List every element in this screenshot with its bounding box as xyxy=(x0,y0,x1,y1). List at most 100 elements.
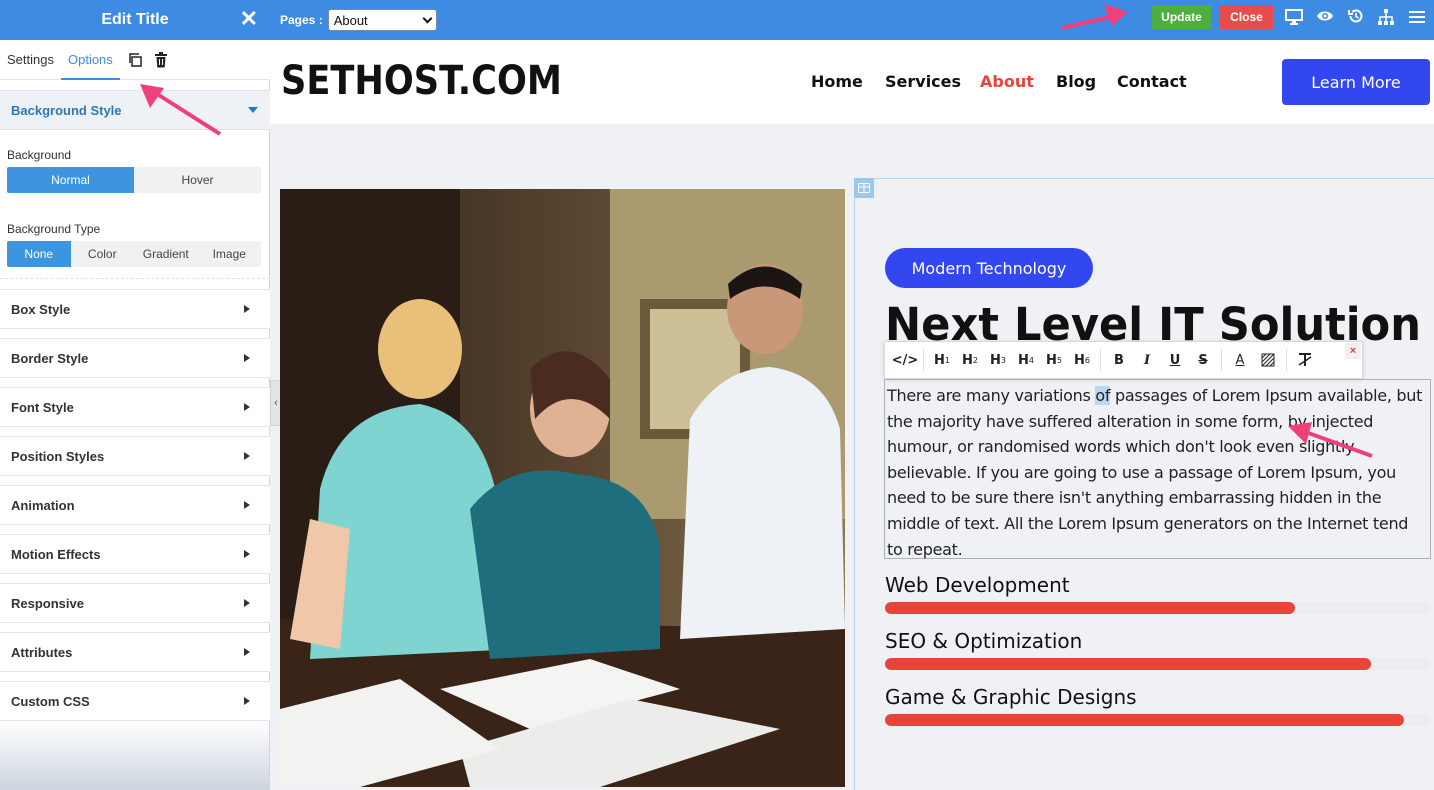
code-icon[interactable]: </> xyxy=(891,346,919,374)
divider xyxy=(923,349,924,371)
paragraph-text: There are many variations xyxy=(887,386,1096,405)
toolbar-close-icon[interactable]: × xyxy=(1345,343,1361,359)
panel-title: Edit Title xyxy=(101,11,169,28)
history-icon[interactable] xyxy=(1345,5,1367,27)
section-label: Border Style xyxy=(11,350,89,366)
section-label: Custom CSS xyxy=(11,693,90,709)
heading-2-button[interactable]: H2 xyxy=(956,346,984,374)
caret-down-icon xyxy=(248,107,258,113)
caret-right-icon xyxy=(244,354,250,362)
section-box-style[interactable]: Box Style xyxy=(0,289,270,329)
skill-track xyxy=(885,658,1431,670)
trash-icon[interactable] xyxy=(150,49,172,71)
section-label: Position Styles xyxy=(11,448,105,464)
divider xyxy=(0,278,270,279)
caret-right-icon xyxy=(244,452,250,460)
section-label: Responsive xyxy=(11,595,84,611)
panel-header: Edit Title ✕ xyxy=(0,0,270,40)
nav-about[interactable]: About xyxy=(980,72,1034,91)
caret-right-icon xyxy=(244,501,250,509)
eye-icon[interactable] xyxy=(1314,5,1336,27)
heading-4-button[interactable]: H4 xyxy=(1012,346,1040,374)
background-type-image[interactable]: Image xyxy=(198,241,262,267)
section-custom-css[interactable]: Custom CSS xyxy=(0,681,270,721)
nav-blog[interactable]: Blog xyxy=(1056,72,1096,91)
tab-settings[interactable]: Settings xyxy=(0,40,61,80)
background-type-label: Background Type xyxy=(7,222,101,236)
italic-icon[interactable]: I xyxy=(1133,346,1161,374)
background-type-gradient[interactable]: Gradient xyxy=(134,241,198,267)
caret-right-icon xyxy=(244,697,250,705)
section-font-style[interactable]: Font Style xyxy=(0,387,270,427)
caret-right-icon xyxy=(244,599,250,607)
nav-home[interactable]: Home xyxy=(811,72,863,91)
section-responsive[interactable]: Responsive xyxy=(0,583,270,623)
section-label: Attributes xyxy=(11,644,73,660)
heading-5-button[interactable]: H5 xyxy=(1040,346,1068,374)
section-label: Motion Effects xyxy=(11,546,101,562)
background-style-section[interactable]: Background Style xyxy=(0,90,270,130)
panel-tabs: Settings Options xyxy=(0,40,270,80)
skill-name: Web Development xyxy=(885,573,1070,597)
nav-contact[interactable]: Contact xyxy=(1117,72,1187,91)
text-color-icon[interactable]: A xyxy=(1226,346,1254,374)
column-handle-icon[interactable] xyxy=(854,178,874,198)
divider xyxy=(1286,349,1287,371)
update-button[interactable]: Update xyxy=(1152,5,1211,29)
pages-select-value: About xyxy=(333,12,368,28)
background-type-color[interactable]: Color xyxy=(71,241,135,267)
divider xyxy=(1221,349,1222,371)
skill-fill xyxy=(885,658,1371,670)
learn-more-button[interactable]: Learn More xyxy=(1282,59,1430,105)
section-border-style[interactable]: Border Style xyxy=(0,338,270,378)
sitemap-icon[interactable] xyxy=(1375,6,1397,28)
desktop-icon[interactable] xyxy=(1283,6,1305,28)
skill-track xyxy=(885,602,1431,614)
section-animation[interactable]: Animation xyxy=(0,485,270,525)
duplicate-icon[interactable] xyxy=(124,49,146,71)
technology-badge: Modern Technology xyxy=(885,248,1093,288)
panel-close-icon[interactable]: ✕ xyxy=(240,6,258,32)
underline-icon[interactable]: U xyxy=(1161,346,1189,374)
background-type-none[interactable]: None xyxy=(7,241,71,267)
close-button[interactable]: Close xyxy=(1220,5,1273,29)
background-type-toggle: None Color Gradient Image xyxy=(7,241,261,267)
menu-icon[interactable] xyxy=(1406,6,1428,28)
heading-1-button[interactable]: H1 xyxy=(928,346,956,374)
editable-paragraph[interactable]: There are many variations of passages of… xyxy=(884,379,1431,559)
section-label: Animation xyxy=(11,497,75,513)
pages-label: Pages : xyxy=(280,13,323,27)
background-mode-toggle: Normal Hover xyxy=(7,167,261,193)
background-style-label: Background Style xyxy=(11,102,122,118)
pages-select[interactable]: About xyxy=(327,9,437,31)
background-label: Background xyxy=(7,148,72,162)
caret-right-icon xyxy=(244,305,250,313)
section-attributes[interactable]: Attributes xyxy=(0,632,270,672)
paragraph-text: passages of Lorem Ipsum available, but t… xyxy=(887,386,1423,559)
background-mode-normal[interactable]: Normal xyxy=(7,167,134,193)
selected-text: of xyxy=(1095,386,1111,405)
heading-6-button[interactable]: H6 xyxy=(1068,346,1096,374)
section-motion-effects[interactable]: Motion Effects xyxy=(0,534,270,574)
skill-name: Game & Graphic Designs xyxy=(885,685,1137,709)
heading-3-button[interactable]: H3 xyxy=(984,346,1012,374)
strikethrough-icon[interactable]: S xyxy=(1189,346,1217,374)
site-logo[interactable]: SETHOST.COM xyxy=(281,58,562,104)
skill-track xyxy=(885,714,1431,726)
skill-fill xyxy=(885,714,1404,726)
section-label: Box Style xyxy=(11,301,71,317)
clear-format-icon[interactable] xyxy=(1291,346,1319,374)
caret-right-icon xyxy=(244,403,250,411)
section-position-styles[interactable]: Position Styles xyxy=(0,436,270,476)
tab-options[interactable]: Options xyxy=(60,40,120,80)
highlight-icon[interactable] xyxy=(1254,346,1282,374)
team-photo xyxy=(280,189,845,787)
background-mode-hover[interactable]: Hover xyxy=(134,167,261,193)
section-label: Font Style xyxy=(11,399,74,415)
bold-icon[interactable]: B xyxy=(1105,346,1133,374)
divider xyxy=(1100,349,1101,371)
caret-right-icon xyxy=(244,550,250,558)
chevron-down-icon xyxy=(422,13,433,23)
caret-right-icon xyxy=(244,648,250,656)
nav-services[interactable]: Services xyxy=(885,72,961,91)
